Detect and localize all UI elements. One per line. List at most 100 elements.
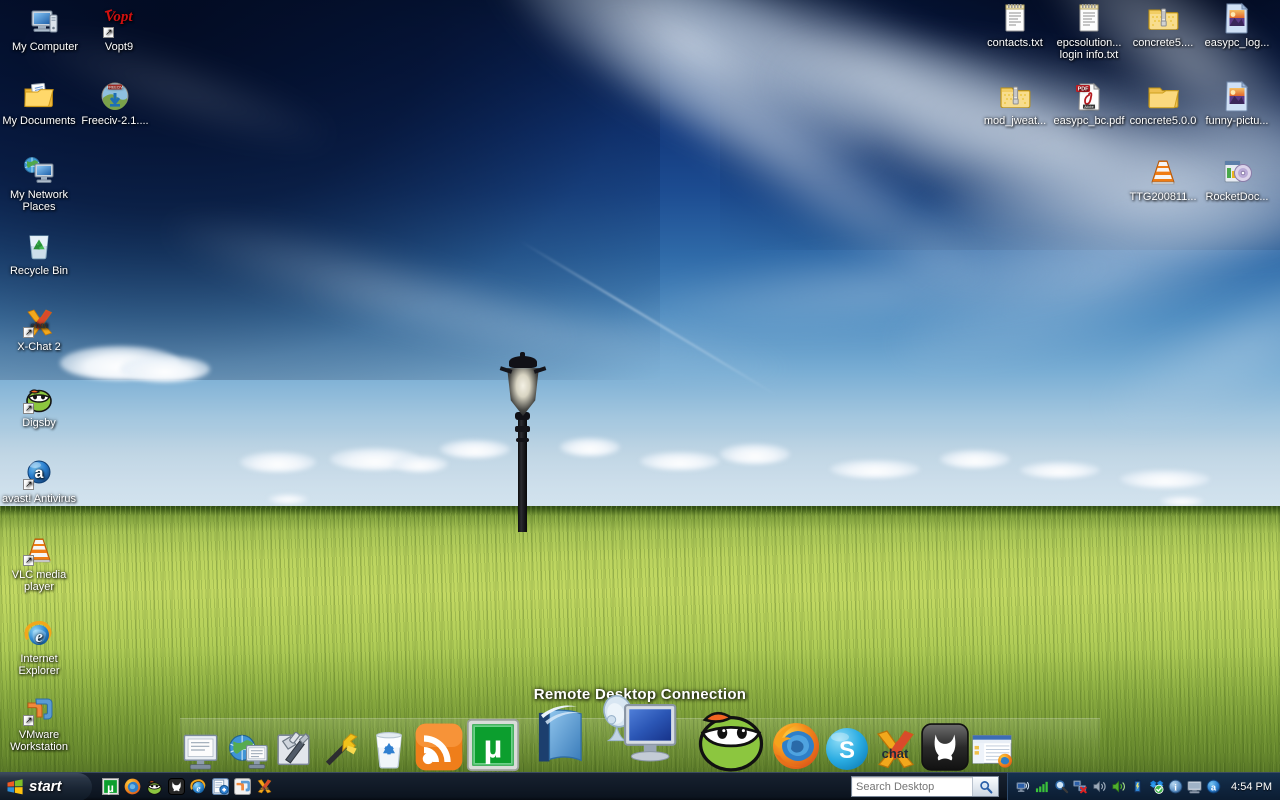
wallpaper-cumulus-cloud (1020, 462, 1100, 478)
remote-desktop-connection-dock-icon[interactable] (600, 680, 692, 772)
openoffice-dock-icon[interactable] (522, 696, 598, 772)
desktop-icon-label: funny-pictu... (1200, 115, 1274, 127)
desktop-icon-label: epcsolution... login info.txt (1052, 37, 1126, 61)
network-activity-tray-icon[interactable] (1016, 779, 1031, 794)
control-panel-dock-icon[interactable] (272, 726, 318, 772)
vopt9-icon: Vopt (103, 6, 135, 38)
desktop-icon-label: mod_jweat... (978, 115, 1052, 127)
desktop-icon-xchat[interactable]: chatX-Chat 2 (2, 306, 76, 353)
desktop-icon-my-documents[interactable]: My Documents (2, 80, 76, 127)
digsby-icon (23, 382, 55, 414)
start-button[interactable]: start (0, 773, 92, 800)
desktop-icon-label: concrete5.... (1126, 37, 1200, 49)
wallpaper-cumulus-cloud (940, 450, 1010, 468)
desktop-icon-vmware[interactable]: VMware Workstation (2, 694, 76, 753)
shortcut-overlay-icon (23, 715, 34, 726)
volume-tray-icon[interactable] (1092, 779, 1107, 794)
avast-icon: a (23, 458, 55, 490)
desktop-icon-label: TTG200811... (1126, 191, 1200, 203)
desktop-icon-rocketdock-installer[interactable]: RocketDoc... (1200, 156, 1274, 203)
rocketdock[interactable]: Remote Desktop Connection (180, 690, 1100, 774)
desktop-search-box[interactable] (851, 776, 999, 797)
utorrent-dock-icon[interactable]: µ (466, 718, 520, 772)
desktop-icon-folder[interactable]: concrete5.0.0 (1126, 80, 1200, 127)
search-button[interactable] (972, 777, 998, 796)
magnifier-tray-icon[interactable] (1054, 779, 1069, 794)
desktop-icon-vlc[interactable]: TTG200811... (1126, 156, 1200, 203)
svg-text:i: i (1174, 783, 1177, 793)
desktop-icon-label: easypc_bc.pdf (1052, 115, 1126, 127)
zip-folder-icon (999, 80, 1031, 112)
desktop-icon-recycle-bin[interactable]: Recycle Bin (2, 230, 76, 277)
desktop-icon-my-computer[interactable]: My Computer (8, 6, 82, 53)
desktop-icon-digsby[interactable]: Digsby (2, 382, 76, 429)
desktop-icon-label: Vopt9 (82, 41, 156, 53)
skype-dock-icon[interactable]: S (824, 726, 870, 772)
taskbar[interactable]: start µ e ch (0, 772, 1280, 800)
recycle-bin-dock-icon[interactable] (366, 726, 412, 772)
desktop-icon-freeciv-installer[interactable]: FREECIV Freeciv-2.1.... (78, 80, 152, 127)
internet-explorer-icon: e (23, 618, 55, 650)
desktop-icon-vopt9[interactable]: Vopt Vopt9 (82, 6, 156, 53)
signal-strength-tray-icon[interactable] (1035, 779, 1050, 794)
recycle-bin-icon (23, 230, 55, 262)
desktop-icon-zip-folder[interactable]: mod_jweat... (978, 80, 1052, 127)
search-input[interactable] (852, 777, 972, 796)
desktop-icon-image-file[interactable]: funny-pictu... (1200, 80, 1274, 127)
rocketdock-quicklaunch-icon[interactable] (212, 778, 229, 795)
desktop-icon-my-network-places[interactable]: My Network Places (2, 154, 76, 213)
xchat-icon: chat (23, 306, 55, 338)
taskbar-window-area[interactable] (281, 773, 851, 800)
zip-folder-icon (1147, 2, 1179, 34)
desktop-icon-text-file[interactable]: epcsolution... login info.txt (1052, 2, 1126, 61)
digsby-quicklaunch-icon[interactable] (146, 778, 163, 795)
my-computer-dock-icon[interactable] (180, 728, 224, 772)
vmware-quicklaunch-icon[interactable] (234, 778, 251, 795)
desktop-icon-label: easypc_log... (1200, 37, 1274, 49)
utorrent-quicklaunch-icon[interactable]: µ (102, 778, 119, 795)
digsby-dock-icon[interactable] (694, 698, 768, 772)
rss-feed-dock-icon[interactable] (414, 722, 464, 772)
my-network-places-dock-icon[interactable] (226, 728, 270, 772)
my-network-places-icon (23, 154, 55, 186)
my-computer-icon (29, 6, 61, 38)
tools-dock-icon[interactable] (320, 728, 364, 772)
svg-text:chat: chat (259, 786, 269, 792)
desktop-root[interactable]: My Computer Vopt Vopt9 My Documents FREE… (0, 0, 1280, 800)
vlc-icon (23, 534, 55, 566)
desktop-icon-label: concrete5.0.0 (1126, 115, 1200, 127)
dropbox-tray-icon[interactable] (1149, 779, 1164, 794)
desktop-icon-label: RocketDoc... (1200, 191, 1274, 203)
foobar2000-dock-icon[interactable] (920, 722, 970, 772)
xchat-quicklaunch-icon[interactable]: chat (256, 778, 273, 795)
avast-tray-icon[interactable]: a (1206, 779, 1221, 794)
taskbar-clock[interactable]: 4:54 PM (1231, 781, 1272, 793)
network-disconnected-tray-icon[interactable] (1073, 779, 1088, 794)
shortcut-overlay-icon (23, 403, 34, 414)
desktop-icon-vlc[interactable]: VLC media player (2, 534, 76, 593)
dock-item-list: µ (180, 680, 1100, 772)
text-file-icon (1073, 2, 1105, 34)
explorer-window-dock-icon[interactable] (972, 732, 1012, 772)
speaker-green-tray-icon[interactable] (1111, 779, 1126, 794)
info-tray-icon[interactable]: i (1168, 779, 1183, 794)
desktop-icon-text-file[interactable]: contacts.txt (978, 2, 1052, 49)
internet-explorer-quicklaunch-icon[interactable]: e (190, 778, 207, 795)
firefox-dock-icon[interactable] (770, 720, 822, 772)
firefox-quicklaunch-icon[interactable] (124, 778, 141, 795)
battery-tray-icon[interactable] (1130, 779, 1145, 794)
desktop-icon-avast[interactable]: a avast! Antivirus (2, 458, 76, 505)
image-file-icon (1221, 2, 1253, 34)
foobar2000-quicklaunch-icon[interactable] (168, 778, 185, 795)
wallpaper-cumulus-cloud (720, 444, 790, 464)
display-tray-icon[interactable] (1187, 779, 1202, 794)
desktop-icon-image-file[interactable]: easypc_log... (1200, 2, 1274, 49)
desktop-icon-internet-explorer[interactable]: eInternet Explorer (2, 618, 76, 677)
desktop-icon-zip-folder[interactable]: concrete5.... (1126, 2, 1200, 49)
windows-flag-icon (6, 778, 24, 796)
svg-text:µ: µ (107, 782, 114, 795)
wallpaper-cumulus-cloud (392, 456, 448, 472)
vlc-icon (1147, 156, 1179, 188)
desktop-icon-pdf-file[interactable]: PDF Adobeeasypc_bc.pdf (1052, 80, 1126, 127)
xchat-dock-icon[interactable]: chat (872, 726, 918, 772)
